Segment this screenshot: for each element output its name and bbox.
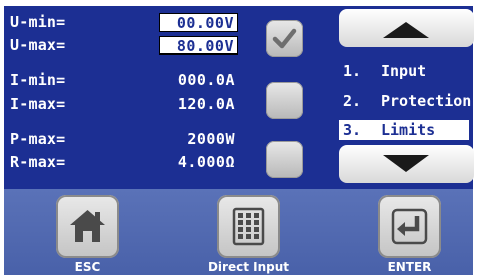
direct-input-label: Direct Input [207,260,290,274]
power-resistance-limits-checkbox[interactable] [266,141,303,178]
home-icon [70,210,105,242]
u-min-input[interactable]: 00.00V [159,13,238,32]
p-max-value: 2000W [187,130,235,148]
menu-item-input[interactable]: 1. Input [339,61,469,81]
direct-input-button[interactable] [217,195,280,258]
scroll-down-button[interactable] [339,145,474,183]
menu-item-label: Protection [381,92,472,110]
esc-label: ESC [74,260,101,274]
param-label-u-max: U-max= [10,36,66,54]
enter-label: ENTER [387,260,432,274]
i-max-value: 120.0A [177,95,235,113]
i-min-value: 000.0A [177,71,235,89]
param-label-i-min: I-min= [10,71,66,89]
device-screen: U-min= 00.00V U-max= 80.00V I-min= 000.0… [0,0,477,278]
menu-item-number: 2. [343,92,362,110]
param-label-u-min: U-min= [10,13,66,31]
keypad-icon [232,207,265,246]
param-label-r-max: R-max= [10,153,66,171]
menu-item-label: Input [381,62,427,80]
menu-item-number: 1. [343,62,362,80]
menu-item-protection[interactable]: 2. Protection [339,91,472,111]
enter-button[interactable] [378,195,441,258]
menu-item-number: 3. [343,121,362,139]
menu-item-label: Limits [381,121,436,139]
u-min-value: 00.00V [176,14,234,32]
triangle-up-icon [383,22,429,38]
param-label-i-max: I-max= [10,95,66,113]
u-max-value: 80.00V [176,37,234,55]
checkmark-icon [272,28,297,49]
u-max-input[interactable]: 80.00V [159,36,238,55]
menu-item-limits[interactable]: 3. Limits [339,120,469,140]
current-limits-checkbox[interactable] [266,82,303,119]
scroll-up-button[interactable] [339,9,474,47]
param-label-p-max: P-max= [10,130,66,148]
enter-arrow-icon [391,208,428,245]
voltage-limits-checkbox[interactable] [266,20,303,57]
esc-button[interactable] [56,195,119,258]
triangle-down-icon [383,155,429,172]
r-max-value: 4.000Ω [177,153,235,171]
